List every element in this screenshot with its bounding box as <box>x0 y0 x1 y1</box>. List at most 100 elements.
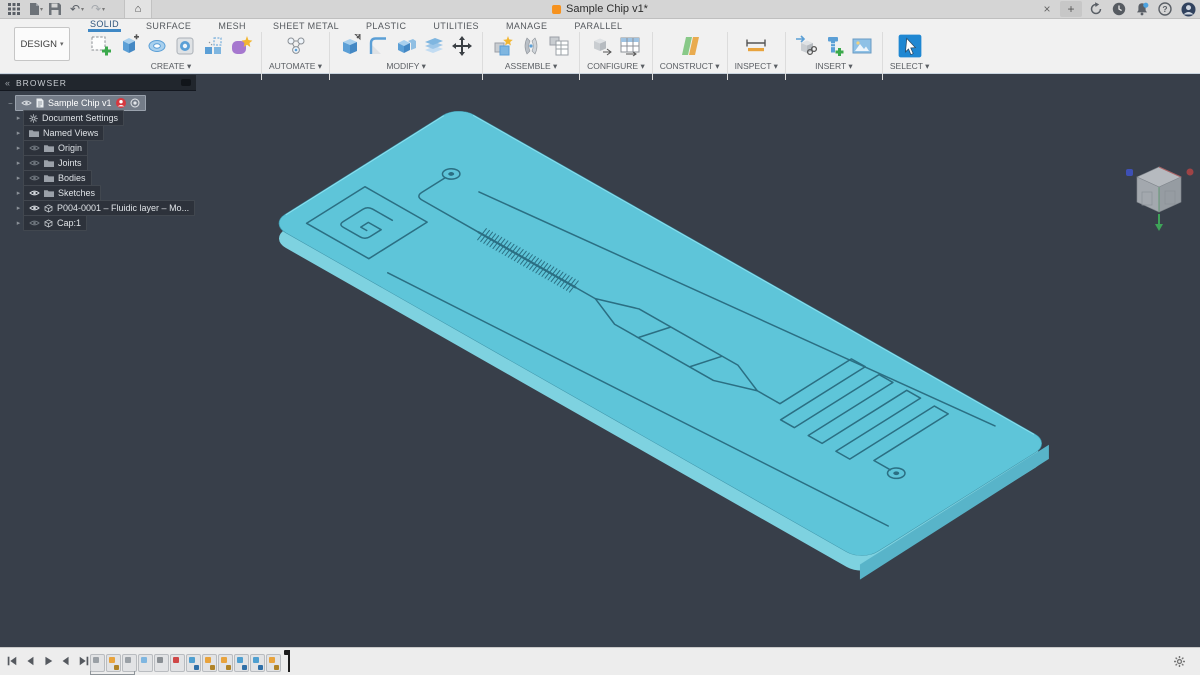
tab-sheet-metal[interactable]: SHEET METAL <box>271 19 341 32</box>
extrude-icon[interactable] <box>116 33 142 59</box>
timeline-item-feature-edit[interactable] <box>202 654 217 672</box>
automate-icon[interactable] <box>283 33 309 59</box>
tab-solid[interactable]: SOLID <box>88 17 121 32</box>
profile-icon[interactable] <box>1180 1 1196 17</box>
browser-row-p004-0001-fluidic-layer-mo[interactable]: ▸P004-0001 – Fluidic layer – Mo... <box>0 201 196 215</box>
play-button[interactable] <box>42 654 54 668</box>
timeline-item-sketch[interactable] <box>90 654 105 672</box>
group-label-select[interactable]: SELECT ▾ <box>890 61 930 72</box>
radio-badge[interactable] <box>130 98 140 108</box>
view-cube[interactable] <box>1118 151 1200 239</box>
group-label-construct[interactable]: CONSTRUCT ▾ <box>660 61 720 72</box>
group-label-configure[interactable]: CONFIGURE ▾ <box>587 61 645 72</box>
joint-icon[interactable] <box>518 33 544 59</box>
group-label-insert[interactable]: INSERT ▾ <box>815 61 853 72</box>
new-tab-button[interactable]: + <box>1060 1 1082 17</box>
derive-icon[interactable] <box>793 33 819 59</box>
timeline-item-revolve[interactable] <box>154 654 169 672</box>
tab-parallel[interactable]: PARALLEL <box>572 19 624 32</box>
canvas-icon[interactable] <box>849 33 875 59</box>
workspace-switcher[interactable]: DESIGN▾ <box>14 27 70 61</box>
new-component-icon[interactable] <box>490 33 516 59</box>
press-pull-icon[interactable] <box>337 33 363 59</box>
close-tab-button[interactable]: × <box>1040 2 1054 16</box>
plane-icon[interactable] <box>677 33 703 59</box>
group-label-assemble[interactable]: ASSEMBLE ▾ <box>505 61 557 72</box>
group-label-inspect[interactable]: INSPECT ▾ <box>735 61 778 72</box>
save-icon[interactable] <box>45 0 65 18</box>
form-icon[interactable] <box>228 33 254 59</box>
browser-row-joints[interactable]: ▸Joints <box>0 156 196 170</box>
tab-surface[interactable]: SURFACE <box>144 19 193 32</box>
expander-icon[interactable]: ▸ <box>14 219 23 227</box>
redo-dropdown-caret[interactable]: ▾ <box>102 6 105 13</box>
timeline-item-sketch[interactable] <box>122 654 137 672</box>
timeline-settings-gear-icon[interactable] <box>1173 655 1186 673</box>
expander-icon[interactable]: ▸ <box>14 129 23 137</box>
browser-header[interactable]: « BROWSER <box>0 75 196 91</box>
expander-icon[interactable]: ▸ <box>14 174 23 182</box>
select-icon[interactable] <box>897 33 923 59</box>
timeline-item-pattern[interactable] <box>250 654 265 672</box>
go-to-end-button[interactable] <box>78 654 90 668</box>
browser-row-document-settings[interactable]: ▸Document Settings <box>0 111 196 125</box>
expander-icon[interactable]: ▸ <box>14 189 23 197</box>
browser-row-cap-1[interactable]: ▸Cap:1 <box>0 216 196 230</box>
help-icon[interactable]: ? <box>1157 1 1173 17</box>
home-icon[interactable]: ⌂ <box>124 0 152 18</box>
tab-manage[interactable]: MANAGE <box>504 19 549 32</box>
visibility-eye-icon[interactable] <box>29 204 40 212</box>
revolve-icon[interactable] <box>144 33 170 59</box>
measure-icon[interactable] <box>743 33 769 59</box>
timeline-item-feature-edit[interactable] <box>266 654 281 672</box>
browser-row-sketches[interactable]: ▸Sketches <box>0 186 196 200</box>
visibility-eye-icon[interactable] <box>29 159 40 167</box>
app-grid-icon[interactable] <box>4 0 24 18</box>
timeline-item-sketch-edit[interactable] <box>106 654 121 672</box>
file-new-dropdown-caret[interactable]: ▾ <box>40 6 43 13</box>
shell-icon[interactable] <box>421 33 447 59</box>
undo-dropdown-caret[interactable]: ▾ <box>81 6 84 13</box>
visibility-eye-icon[interactable] <box>29 219 40 227</box>
tab-utilities[interactable]: UTILITIES <box>431 19 481 32</box>
bolt-icon[interactable] <box>821 33 847 59</box>
hole-icon[interactable] <box>172 33 198 59</box>
expander-icon[interactable]: ▸ <box>14 159 23 167</box>
step-back-button[interactable] <box>24 654 36 668</box>
job-status-icon[interactable] <box>1111 1 1127 17</box>
timeline-item-sketch-edit[interactable] <box>218 654 233 672</box>
browser-row-sample-chip-v1[interactable]: –Sample Chip v1 <box>0 96 196 110</box>
notifications-icon[interactable] <box>1134 1 1150 17</box>
browser-options-icon[interactable] <box>181 79 191 86</box>
tab-mesh[interactable]: MESH <box>216 19 248 32</box>
expander-icon[interactable]: ▸ <box>14 144 23 152</box>
bom-icon[interactable] <box>546 33 572 59</box>
visibility-eye-icon[interactable] <box>21 99 32 107</box>
combine-icon[interactable] <box>393 33 419 59</box>
tab-plastic[interactable]: PLASTIC <box>364 19 408 32</box>
collapse-panel-icon[interactable]: « <box>5 78 10 88</box>
group-label-create[interactable]: CREATE ▾ <box>151 61 191 72</box>
timeline-item-pattern[interactable] <box>186 654 201 672</box>
configure-icon[interactable] <box>589 33 615 59</box>
visibility-eye-icon[interactable] <box>29 174 40 182</box>
group-label-automate[interactable]: AUTOMATE ▾ <box>269 61 322 72</box>
expander-icon[interactable]: ▸ <box>14 204 23 212</box>
move-icon[interactable] <box>449 33 475 59</box>
group-label-modify[interactable]: MODIFY ▾ <box>386 61 426 72</box>
visibility-eye-icon[interactable] <box>29 144 40 152</box>
timeline-item-component[interactable] <box>170 654 185 672</box>
expander-icon[interactable]: ▸ <box>14 114 23 122</box>
sync-icon[interactable] <box>1088 1 1104 17</box>
timeline-position-marker[interactable] <box>285 652 293 672</box>
config-table-icon[interactable] <box>617 33 643 59</box>
go-to-start-button[interactable] <box>6 654 18 668</box>
browser-row-named-views[interactable]: ▸Named Views <box>0 126 196 140</box>
timeline-item-extrude-solid[interactable] <box>234 654 249 672</box>
browser-row-bodies[interactable]: ▸Bodies <box>0 171 196 185</box>
step-forward-button[interactable] <box>60 654 72 668</box>
timeline-item-extrude[interactable] <box>138 654 153 672</box>
create-sketch-icon[interactable] <box>88 33 114 59</box>
browser-row-origin[interactable]: ▸Origin <box>0 141 196 155</box>
expander-icon[interactable]: – <box>6 100 15 107</box>
